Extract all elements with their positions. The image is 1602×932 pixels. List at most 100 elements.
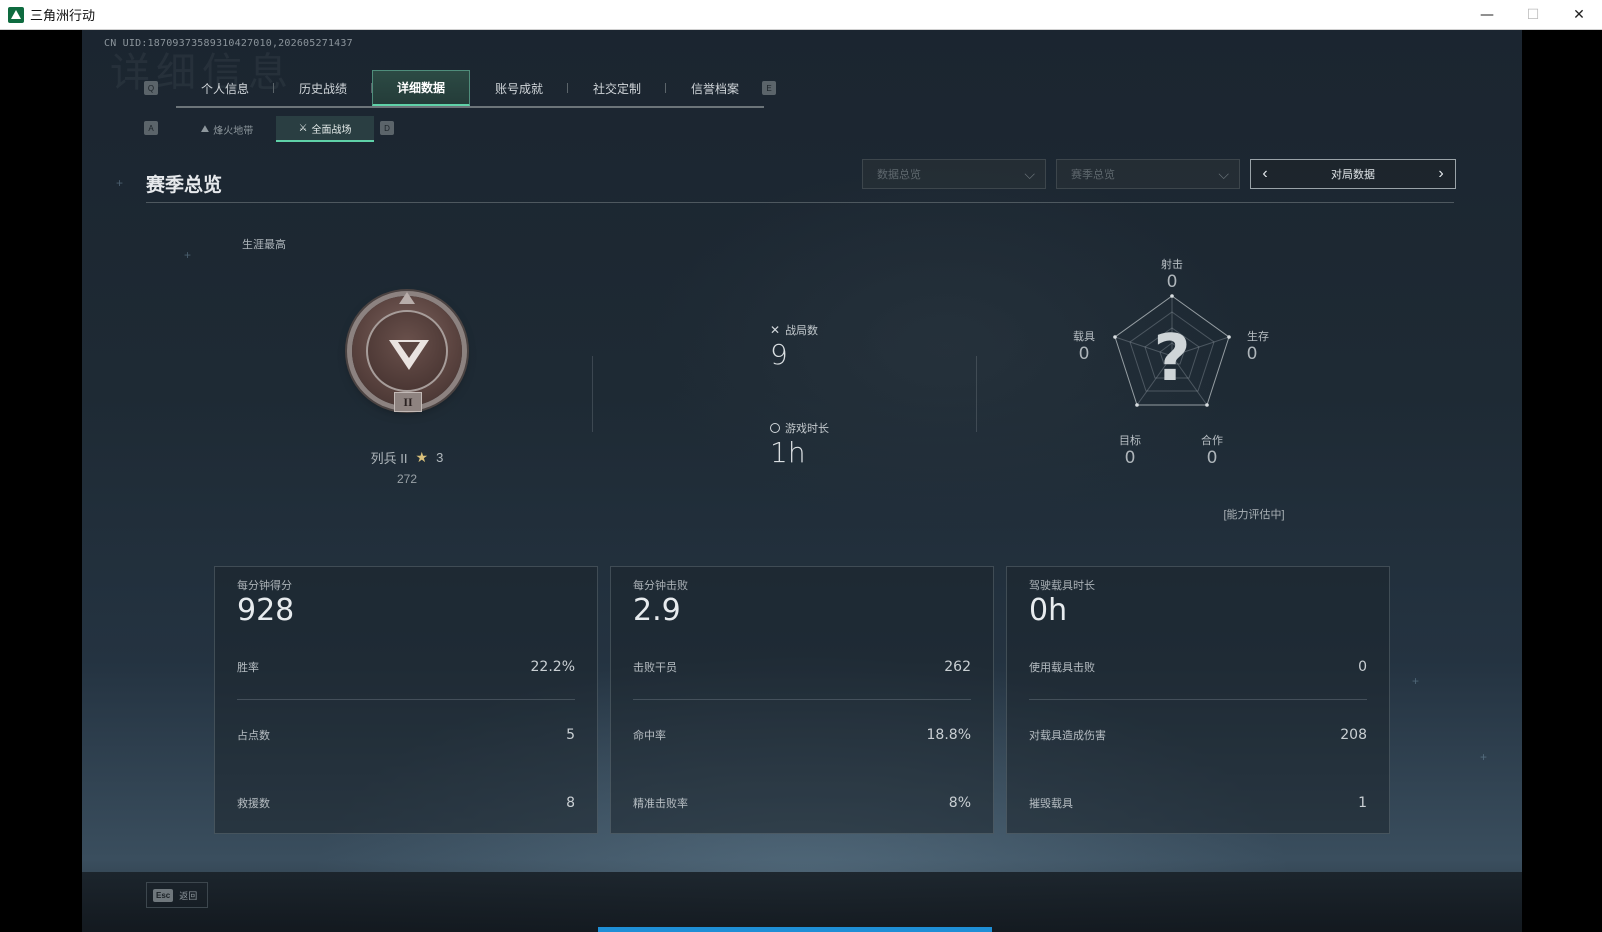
- tab-label: 个人信息: [200, 81, 249, 96]
- tab-social-custom[interactable]: 社交定制: [568, 70, 666, 106]
- radar-vertex: [1170, 294, 1174, 298]
- dropdown-value: 数据总览: [877, 169, 921, 181]
- stat-row: 击败干员 262: [633, 655, 971, 679]
- stat-panel-vehicles: 驾驶载具时长 0h 使用载具击败 0 对载具造成伤害 208 摧毁载具 1: [1006, 566, 1390, 834]
- next-tab-key-hint[interactable]: E: [762, 81, 776, 95]
- radar-label-vehicle: 载具: [1073, 331, 1095, 343]
- stat-value: 208: [1340, 727, 1367, 743]
- matches-label: ✕ 战局数: [770, 322, 818, 338]
- season-dropdown[interactable]: 赛季总览 ⌵: [1056, 159, 1240, 189]
- stat-key: 击败干员: [633, 662, 677, 674]
- matches-label-text: 战局数: [785, 325, 819, 337]
- section-title: 赛季总览: [146, 175, 223, 196]
- tab-personal-info[interactable]: 个人信息: [176, 70, 274, 106]
- radar-label-survival: 生存: [1247, 331, 1269, 343]
- radar-value-cooperation: 0: [1206, 448, 1218, 468]
- switcher-label: 对局数据: [1331, 169, 1375, 181]
- stat-value: 18.8%: [926, 727, 971, 743]
- prev-tab-key-hint[interactable]: Q: [144, 81, 158, 95]
- stat-row: 占点数 5: [237, 723, 575, 747]
- subtab-full-battlefield[interactable]: ⚔ 全面战场: [276, 116, 374, 142]
- stat-value: 5: [566, 727, 575, 743]
- tab-label: 详细数据: [396, 81, 445, 95]
- radar-status: [能力评估中]: [1223, 509, 1285, 521]
- crosshair-decoration-icon: +: [1480, 750, 1488, 764]
- stat-row: 对载具造成伤害 208: [1029, 723, 1367, 747]
- stat-panel-kills: 每分钟击败 2.9 击败干员 262 命中率 18.8% 精准击败率 8%: [610, 566, 994, 834]
- star-icon: ★: [415, 449, 429, 465]
- stat-key: 摧毁载具: [1029, 798, 1073, 810]
- next-subtab-key-hint[interactable]: D: [380, 121, 394, 135]
- row-divider: [237, 699, 575, 700]
- crosshair-decoration-icon: +: [116, 176, 124, 190]
- stat-value: 8: [566, 795, 575, 811]
- stat-value: 0: [1358, 659, 1367, 675]
- subtab-label: 全面战场: [311, 124, 352, 136]
- radar-vertex: [1227, 335, 1231, 339]
- stat-row: 使用载具击败 0: [1029, 655, 1367, 679]
- column-divider: [592, 356, 593, 432]
- subtab-hazard-zone[interactable]: ⛰ 烽火地带: [178, 116, 276, 142]
- bottom-bar: Esc 返回: [82, 872, 1522, 932]
- stat-value: 8%: [948, 795, 971, 811]
- prev-subtab-key-hint[interactable]: A: [144, 121, 158, 135]
- close-icon[interactable]: ✕: [1556, 0, 1602, 30]
- stat-value: 1: [1358, 795, 1367, 811]
- radar-vertex: [1205, 403, 1209, 407]
- tab-credit-record[interactable]: 信誉档案: [666, 70, 764, 106]
- app-logo-icon: [8, 6, 24, 23]
- tab-detailed-data[interactable]: 详细数据: [372, 70, 470, 106]
- medal-chevron: [389, 340, 429, 370]
- panel-big-value: 2.9: [633, 593, 681, 628]
- mountain-icon: ⛰: [200, 123, 210, 135]
- section-divider: [146, 202, 1454, 203]
- tab-achievements[interactable]: 账号成就: [470, 70, 568, 106]
- stat-key: 对载具造成伤害: [1029, 730, 1106, 742]
- tab-label: 社交定制: [592, 81, 641, 96]
- career-best-label: 生涯最高: [242, 239, 286, 251]
- stat-key: 胜率: [237, 662, 259, 674]
- stat-key: 救援数: [237, 798, 270, 810]
- data-overview-dropdown[interactable]: 数据总览 ⌵: [862, 159, 1046, 189]
- maximize-icon[interactable]: ☐: [1510, 0, 1556, 30]
- battlefield-icon: ⚔: [298, 122, 308, 134]
- back-button[interactable]: Esc 返回: [146, 882, 208, 908]
- panel-header: 每分钟得分: [237, 580, 292, 592]
- stat-row: 精准击败率 8%: [633, 791, 971, 815]
- subtab-label: 烽火地带: [213, 125, 254, 137]
- playtime-label-text: 游戏时长: [785, 423, 829, 435]
- chevron-left-icon[interactable]: ‹: [1257, 165, 1273, 183]
- radar-value-survival: 0: [1246, 344, 1258, 364]
- panel-big-value: 0h: [1029, 593, 1068, 628]
- window-controls: — ☐ ✕: [1464, 0, 1602, 30]
- chevron-right-icon[interactable]: ›: [1433, 165, 1449, 183]
- game-viewport: 详细信息 CN UID:1870937358931042701​0,202605…: [0, 30, 1602, 932]
- rank-stars: 3: [436, 450, 444, 465]
- medal-tier: II: [394, 392, 422, 412]
- radar-vertex: [1135, 403, 1139, 407]
- dropdown-value: 赛季总览: [1071, 169, 1115, 181]
- mode-subtabs: ⛰ 烽火地带 ⚔ 全面战场: [178, 116, 374, 142]
- minimize-icon[interactable]: —: [1464, 0, 1510, 30]
- radar-value-shooting: 0: [1166, 272, 1178, 292]
- tab-label: 账号成就: [494, 81, 543, 96]
- matches-value: 9: [770, 338, 788, 371]
- unknown-question-mark: ?: [1153, 322, 1190, 396]
- radar-label-objective: 目标: [1119, 435, 1141, 447]
- radar-label-cooperation: 合作: [1201, 435, 1223, 447]
- column-divider: [976, 356, 977, 432]
- window-title-bar: 三角洲行动 — ☐ ✕: [0, 0, 1602, 30]
- stat-row: 胜率 22.2%: [237, 655, 575, 679]
- stat-row: 救援数 8: [237, 791, 575, 815]
- row-divider: [1029, 699, 1367, 700]
- tab-match-history[interactable]: 历史战绩: [274, 70, 372, 106]
- stat-key: 精准击败率: [633, 798, 688, 810]
- radar-value-objective: 0: [1124, 448, 1136, 468]
- rank-score: 272: [396, 472, 418, 486]
- panel-header: 驾驶载具时长: [1029, 580, 1095, 592]
- stopwatch-icon: [770, 423, 780, 433]
- loading-progress-bar: [598, 927, 992, 932]
- panel-big-value: 928: [237, 593, 295, 628]
- playtime-value: 1h: [770, 436, 806, 469]
- radar-value-vehicle: 0: [1078, 344, 1090, 364]
